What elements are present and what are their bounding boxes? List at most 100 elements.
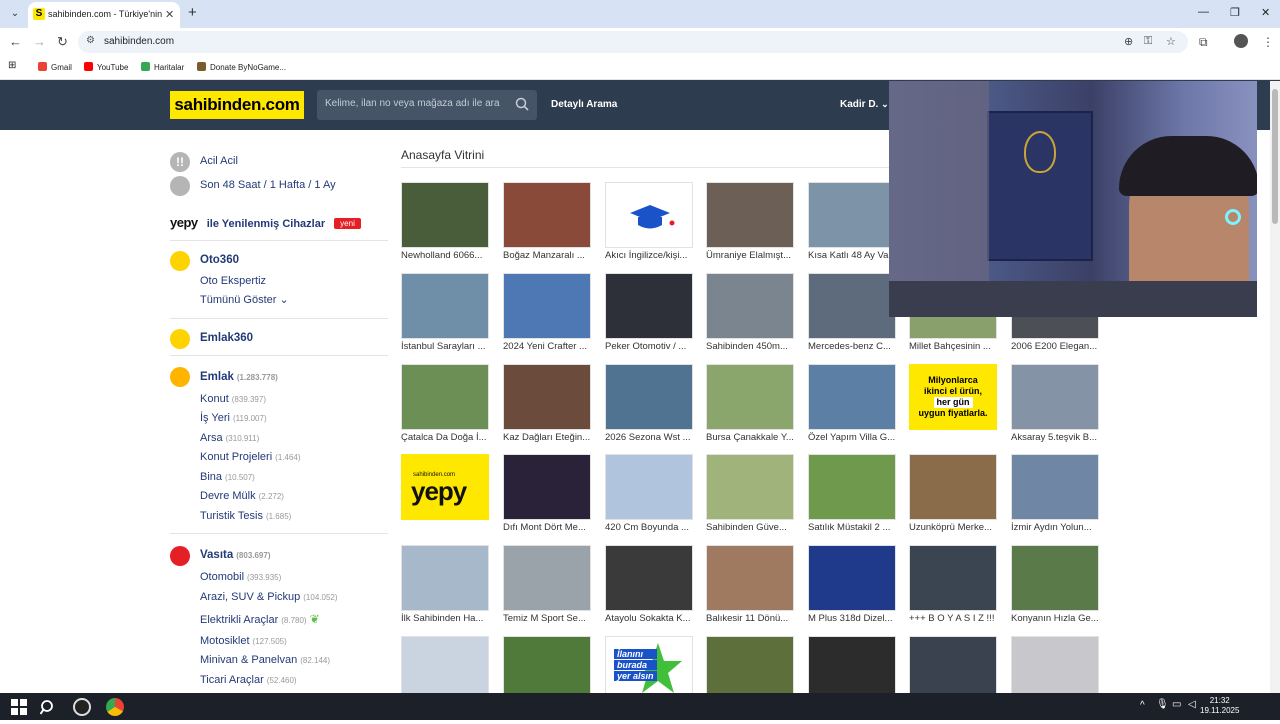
show-all-link[interactable]: Tümünü Göster ⌄ [200,293,289,306]
listing-thumbnail[interactable] [605,545,693,611]
listing-card[interactable]: Peker Otomotiv / ... [605,273,693,361]
bookmark-gmail[interactable]: Gmail [38,62,72,72]
listing-title[interactable]: 2026 Sezona Wst ... [605,432,697,443]
listing-title[interactable]: Aksaray 5.teşvik B... [1011,432,1103,443]
category-arsa[interactable]: Arsa (310.911) [200,432,259,444]
listing-title[interactable]: İzmir Aydın Yolun... [1011,522,1103,533]
omnibox[interactable]: ⚙ sahibinden.com ⊕ ⚿ ☆ [78,31,1188,53]
listing-title[interactable]: Akıcı İngilizce/kişi... [605,250,697,261]
zoom-icon[interactable]: ⊕ [1124,35,1133,48]
listing-card[interactable]: 420 Cm Boyunda ... [605,454,693,542]
listing-title[interactable]: 420 Cm Boyunda ... [605,522,697,533]
reload-icon[interactable]: ↻ [57,34,68,50]
listing-card[interactable]: M Plus 318d Dizel... [808,545,896,633]
tray-chevron-icon[interactable]: ^ [1140,700,1145,711]
listing-title[interactable]: Kısa Katlı 48 Ay Va... [808,250,900,261]
listing-title[interactable]: 2006 E200 Elegan... [1011,341,1103,352]
listing-title[interactable]: +++ B O Y A S I Z !!! [909,613,1001,624]
listing-card[interactable]: Satılık Müstakil 2 ... [808,454,896,542]
filter-1w[interactable]: 1 Hafta [270,179,305,191]
listing-card[interactable]: 2024 Yeni Crafter ... [503,273,591,361]
listing-thumbnail[interactable] [808,182,896,248]
listing-card[interactable]: Balıkesir 11 Dönü... [706,545,794,633]
category-ticari[interactable]: Ticari Araçlar (52.460) [200,674,297,686]
listing-title[interactable]: Kaz Dağları Eteğin... [503,432,595,443]
listing-thumbnail[interactable] [503,454,591,520]
listing-card[interactable]: Boğaz Manzaralı ... [503,182,591,270]
listing-card[interactable]: Aksaray 5.teşvik B... [1011,364,1099,452]
url-text[interactable]: sahibinden.com [104,36,174,47]
extensions-icon[interactable]: ⧉ [1199,35,1208,50]
listing-card[interactable]: Sahibinden Güve... [706,454,794,542]
system-clock[interactable]: 21:32 19.11.2025 [1200,696,1239,716]
windows-start-icon[interactable] [11,698,27,716]
category-otomobil[interactable]: Otomobil (393.935) [200,571,281,583]
obs-icon[interactable] [73,698,91,716]
listing-thumbnail[interactable]: Milyonlarca ikinci el ürün, her gün uygun f… [909,364,997,430]
listing-title[interactable]: Dıfı Mont Dört Me... [503,522,595,533]
bookmark-donate[interactable]: Donate ByNoGame... [197,62,286,72]
listing-title[interactable]: Millet Bahçesinin ... [909,341,1001,352]
listing-title[interactable]: Satılık Müstakil 2 ... [808,522,900,533]
bookmark-maps[interactable]: Haritalar [141,62,184,72]
category-elektrikli[interactable]: Elektrikli Araçlar (8.780) ❦ [200,612,320,626]
listing-card[interactable]: İlk Sahibinden Ha... [401,545,489,633]
listing-thumbnail[interactable] [1011,454,1099,520]
browser-tab[interactable]: S sahibinden.com - Türkiye'nin O ✕ [28,2,180,28]
yepy-link[interactable]: yepy ile Yenilenmiş Cihazlar yeni [170,215,361,230]
listing-thumbnail[interactable] [605,182,693,248]
listing-title[interactable]: Mercedes-benz C... [808,341,900,352]
microphone-icon[interactable]: 🎙 [1156,699,1169,710]
page-scrollbar[interactable] [1270,81,1280,693]
listing-thumbnail[interactable]: sahibinden.com yepy [401,454,489,520]
listing-thumbnail[interactable] [401,545,489,611]
category-emlak[interactable]: Emlak (1.283.778) [200,371,278,383]
listing-title[interactable]: Ümraniye Elalmışt... [706,250,798,261]
site-info-icon[interactable]: ⚙ [86,35,95,46]
listing-thumbnail[interactable] [808,273,896,339]
listing-title[interactable]: Sahibinden Güve... [706,522,798,533]
listing-thumbnail[interactable] [1011,545,1099,611]
listing-title[interactable]: Temiz M Sport Se... [503,613,595,624]
profile-avatar-icon[interactable] [1234,34,1248,48]
listing-card[interactable]: Kaz Dağları Eteğin... [503,364,591,452]
detailed-search-link[interactable]: Detaylı Arama [551,99,617,110]
listing-card[interactable]: Temiz M Sport Se... [503,545,591,633]
category-is-yeri[interactable]: İş Yeri (119.007) [200,412,267,424]
listing-card[interactable]: Özel Yapım Villa G... [808,364,896,452]
listing-card[interactable]: Kısa Katlı 48 Ay Va... [808,182,896,270]
listing-card[interactable]: Akıcı İngilizce/kişi... [605,182,693,270]
minimize-icon[interactable]: — [1198,6,1209,18]
back-icon[interactable]: ← [9,34,22,49]
apps-grid-icon[interactable]: ⊞ [8,60,16,71]
category-arazi-suv[interactable]: Arazi, SUV & Pickup (104.052) [200,591,338,603]
network-icon[interactable]: ▭ [1172,699,1181,710]
listing-title[interactable]: Newholland 6066... [401,250,493,261]
user-menu[interactable]: Kadir D. ⌄ [840,99,889,110]
listing-thumbnail[interactable] [706,545,794,611]
listing-title[interactable]: Boğaz Manzaralı ... [503,250,595,261]
listing-thumbnail[interactable] [605,454,693,520]
new-tab-icon[interactable]: + [188,4,197,21]
category-konut[interactable]: Konut (839.397) [200,393,266,405]
listing-thumbnail[interactable] [401,364,489,430]
search-input[interactable] [325,98,505,109]
taskbar-search-icon[interactable] [40,698,56,716]
filter-1m[interactable]: 1 Ay [314,179,335,191]
listing-thumbnail[interactable] [909,454,997,520]
listing-thumbnail[interactable] [706,454,794,520]
listing-thumbnail[interactable] [706,364,794,430]
listing-thumbnail[interactable] [706,273,794,339]
listing-thumbnail[interactable] [503,182,591,248]
listing-card[interactable]: Newholland 6066... [401,182,489,270]
listing-title[interactable]: Uzunköprü Merke... [909,522,1001,533]
listing-thumbnail[interactable] [909,545,997,611]
search-icon[interactable] [515,97,529,111]
listing-thumbnail[interactable] [1011,364,1099,430]
listing-title[interactable]: Özel Yapım Villa G... [808,432,900,443]
listing-title[interactable]: İstanbul Sarayları ... [401,341,493,352]
listing-thumbnail[interactable] [605,273,693,339]
category-turistik-tesis[interactable]: Turistik Tesis (1.685) [200,510,291,522]
listing-card[interactable]: Milyonlarca ikinci el ürün, her gün uygun f… [909,364,997,452]
chrome-icon[interactable] [106,698,124,716]
